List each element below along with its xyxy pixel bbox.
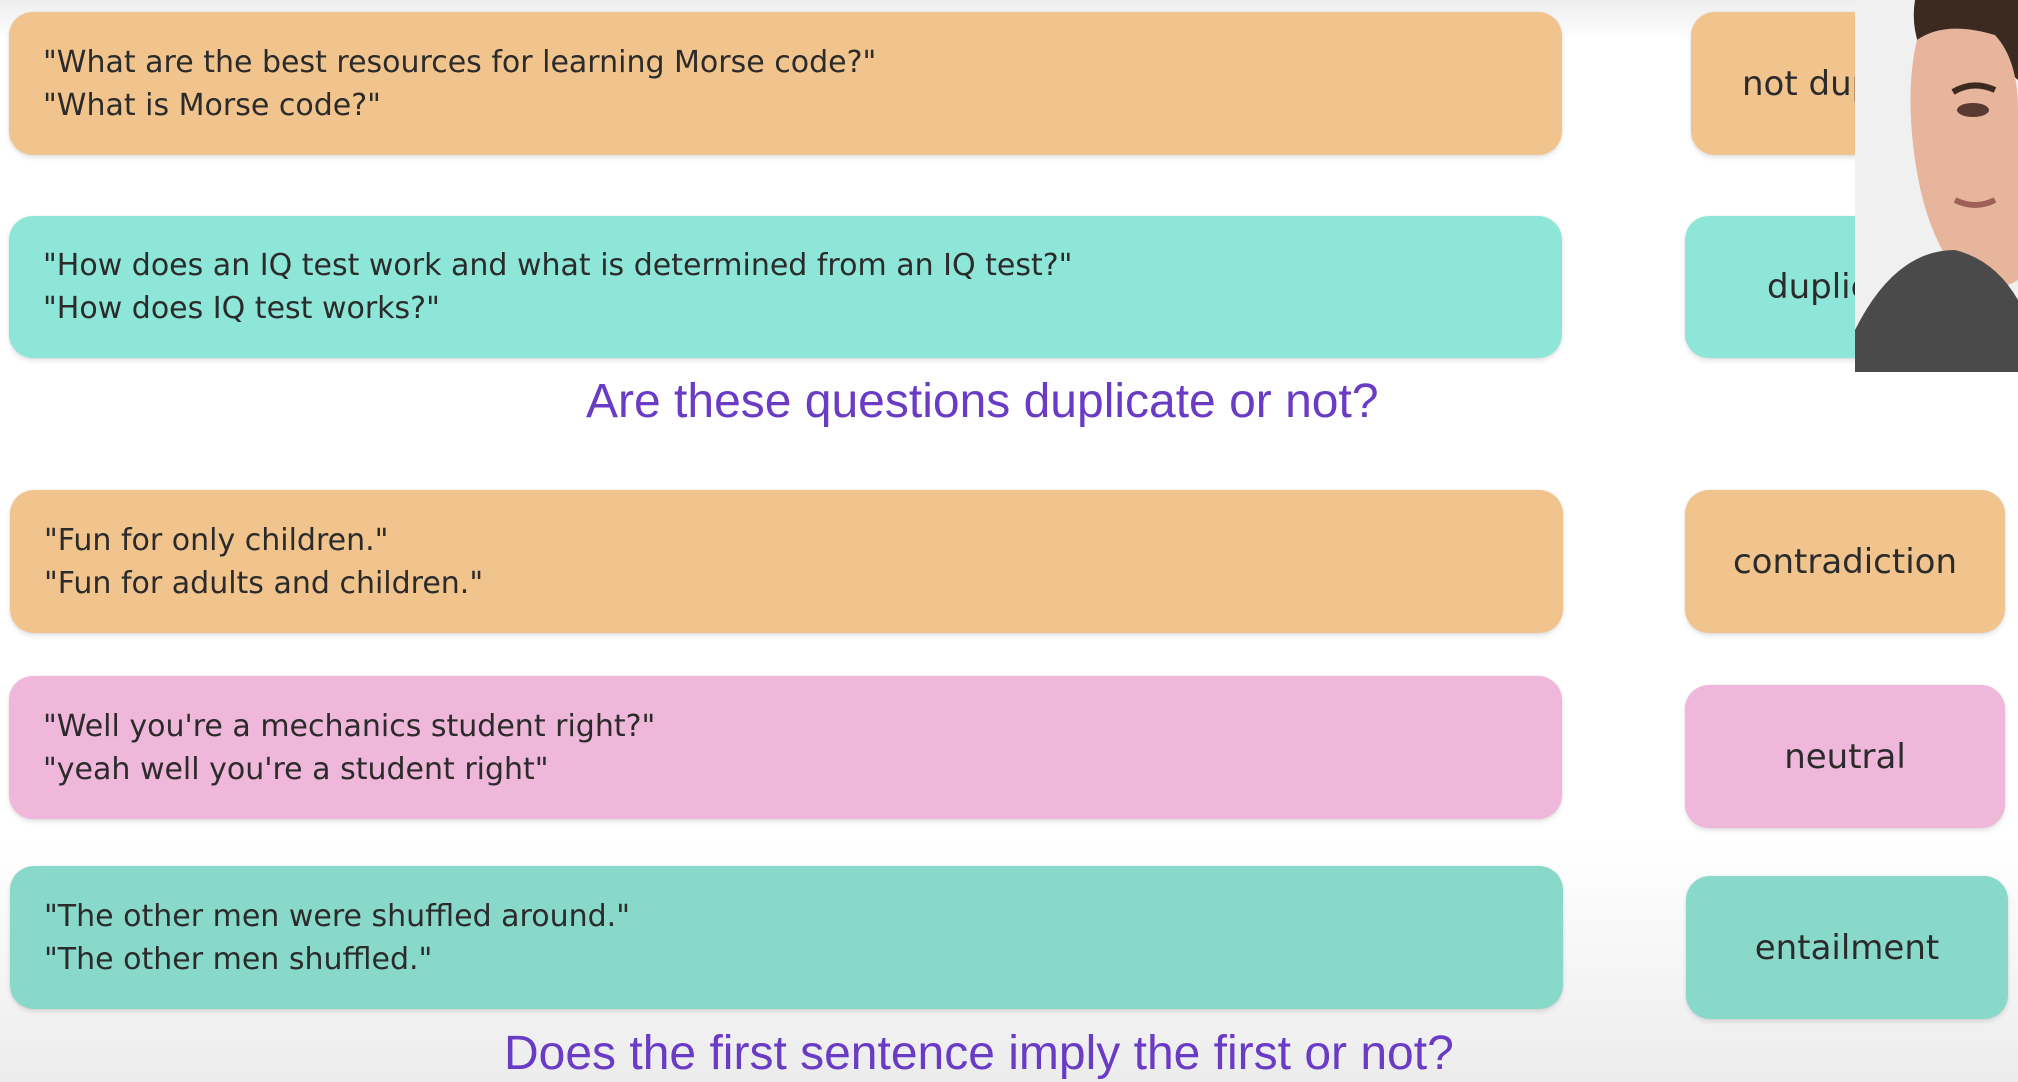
presenter-face-icon [1855,0,2018,372]
example-4-sentence-2: "yeah well you're a student right" [43,751,549,787]
example-4-label-text: neutral [1784,736,1906,777]
example-1-sentence-1: "What are the best resources for learnin… [43,44,877,80]
example-5-sentences: "The other men were shuffled around." "T… [10,866,1563,1009]
example-2-sentence-1: "How does an IQ test work and what is de… [43,248,1073,283]
entailment-question: Does the first sentence imply the first … [504,1027,1454,1080]
example-3-sentences: "Fun for only children." "Fun for adults… [10,490,1563,633]
example-4-sentence-1: "Well you're a mechanics student right?" [43,708,656,744]
example-4-label: neutral [1685,685,2005,828]
example-2-sentences: "How does an IQ test work and what is de… [9,216,1562,358]
example-3-sentence-2: "Fun for adults and children." [44,565,484,601]
example-5-label-text: entailment [1754,927,1940,968]
example-2-sentence-2: "How does IQ test works?" [43,291,440,326]
example-3-label-text: contradiction [1732,541,1958,582]
example-5-sentence-2: "The other men shuffled." [44,941,433,977]
duplicate-question: Are these questions duplicate or not? [586,375,1379,428]
example-3-sentence-1: "Fun for only children." [44,522,389,558]
presenter-webcam [1855,0,2018,372]
example-1-sentence-2: "What is Morse code?" [43,87,381,123]
example-4-sentences: "Well you're a mechanics student right?"… [9,676,1562,819]
example-5-sentence-1: "The other men were shuffled around." [44,898,630,934]
example-5-label: entailment [1686,876,2008,1019]
example-1-sentences: "What are the best resources for learnin… [9,12,1562,155]
example-3-label: contradiction [1685,490,2005,633]
